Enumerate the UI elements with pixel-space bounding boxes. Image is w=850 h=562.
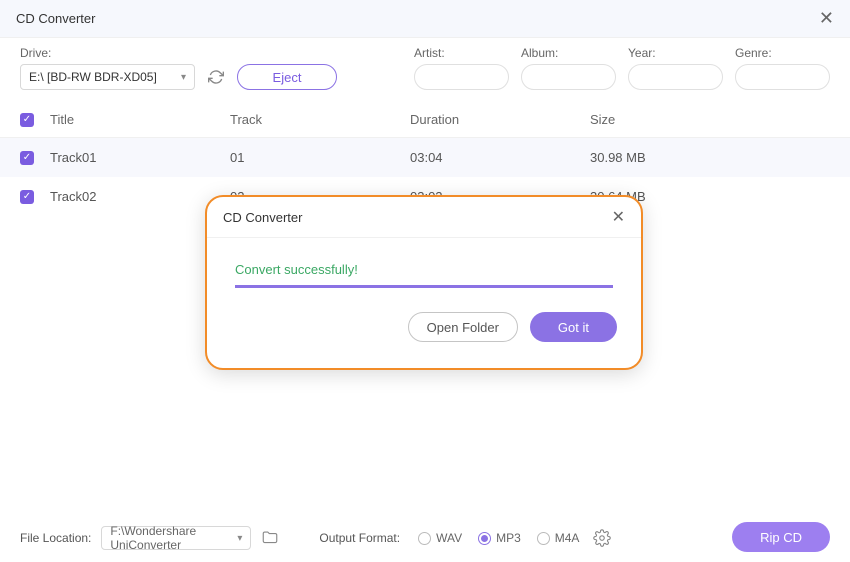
drive-value: E:\ [BD-RW BDR-XD05]: [29, 70, 157, 84]
album-input[interactable]: [521, 64, 616, 90]
year-label: Year:: [628, 46, 723, 60]
eject-button[interactable]: Eject: [237, 64, 337, 90]
rip-cd-button[interactable]: Rip CD: [732, 522, 830, 552]
modal-title: CD Converter: [223, 210, 302, 225]
genre-label: Genre:: [735, 46, 830, 60]
settings-icon[interactable]: [593, 529, 611, 547]
album-label: Album:: [521, 46, 616, 60]
format-radio-m4a[interactable]: M4A: [537, 531, 580, 545]
format-radio-wav[interactable]: WAV: [418, 531, 462, 545]
format-label: MP3: [496, 531, 521, 545]
cell-title: Track02: [50, 189, 230, 204]
drive-label: Drive:: [20, 46, 195, 60]
header-track: Track: [230, 112, 410, 127]
check-icon: ✓: [23, 114, 31, 125]
file-location-select[interactable]: F:\Wondershare UniConverter ▾: [101, 526, 251, 550]
radio-icon: [478, 532, 491, 545]
radio-icon: [537, 532, 550, 545]
window-title: CD Converter: [16, 11, 95, 26]
format-label: WAV: [436, 531, 462, 545]
cell-duration: 03:04: [410, 150, 590, 165]
select-all-checkbox[interactable]: ✓: [20, 113, 34, 127]
modal-close-icon[interactable]: ✕: [612, 207, 625, 227]
check-icon: ✓: [23, 191, 31, 202]
chevron-down-icon: ▾: [237, 533, 242, 544]
radio-icon: [418, 532, 431, 545]
header-size: Size: [590, 112, 830, 127]
folder-icon[interactable]: [261, 529, 279, 547]
row-checkbox[interactable]: ✓: [20, 190, 34, 204]
cell-track: 01: [230, 150, 410, 165]
header-title: Title: [50, 112, 230, 127]
genre-input[interactable]: [735, 64, 830, 90]
artist-input[interactable]: [414, 64, 509, 90]
drive-select[interactable]: E:\ [BD-RW BDR-XD05] ▾: [20, 64, 195, 90]
refresh-icon[interactable]: [207, 68, 225, 86]
file-location-label: File Location:: [20, 531, 91, 545]
format-radio-mp3[interactable]: MP3: [478, 531, 521, 545]
artist-label: Artist:: [414, 46, 509, 60]
output-format-label: Output Format:: [319, 531, 400, 545]
row-checkbox[interactable]: ✓: [20, 151, 34, 165]
cell-title: Track01: [50, 150, 230, 165]
table-row[interactable]: ✓ Track01 01 03:04 30.98 MB: [0, 138, 850, 177]
format-label: M4A: [555, 531, 580, 545]
chevron-down-icon: ▾: [181, 72, 186, 83]
header-duration: Duration: [410, 112, 590, 127]
progress-bar: [235, 285, 613, 288]
open-folder-button[interactable]: Open Folder: [408, 312, 518, 342]
success-modal: CD Converter ✕ Convert successfully! Ope…: [205, 195, 643, 370]
year-input[interactable]: [628, 64, 723, 90]
got-it-button[interactable]: Got it: [530, 312, 617, 342]
cell-size: 30.98 MB: [590, 150, 830, 165]
file-location-value: F:\Wondershare UniConverter: [110, 524, 237, 552]
close-icon[interactable]: ✕: [819, 8, 834, 29]
check-icon: ✓: [23, 152, 31, 163]
success-message: Convert successfully!: [235, 262, 613, 277]
